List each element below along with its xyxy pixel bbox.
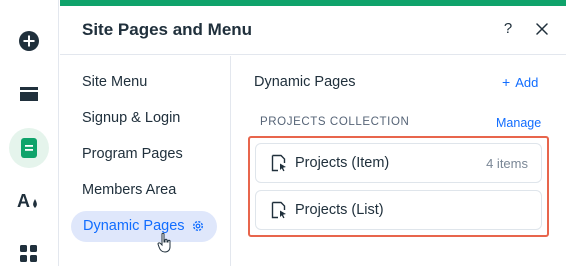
theme-icon[interactable]: A xyxy=(9,181,49,221)
add-label: Add xyxy=(515,75,539,90)
menu-item-signup-login[interactable]: Signup & Login xyxy=(82,110,180,126)
dynamic-pages-content: Dynamic Pages + Add PROJECTS COLLECTION M… xyxy=(232,56,566,266)
dynamic-page-icon xyxy=(271,201,287,224)
help-button[interactable]: ? xyxy=(498,19,518,39)
menu-item-members-area[interactable]: Members Area xyxy=(82,182,176,198)
close-icon xyxy=(536,23,548,35)
gear-icon[interactable] xyxy=(191,219,205,237)
dynamic-page-icon xyxy=(271,154,287,177)
add-icon[interactable] xyxy=(9,21,49,61)
panel-header: Site Pages and Menu ? xyxy=(60,6,566,55)
hand-cursor-icon xyxy=(157,232,173,259)
item-count: 4 items xyxy=(486,156,528,171)
close-button[interactable] xyxy=(532,19,552,39)
pages-icon[interactable] xyxy=(9,128,49,168)
manage-collection-link[interactable]: Manage xyxy=(496,116,541,130)
panel-title: Site Pages and Menu xyxy=(82,20,253,39)
page-card-projects-item[interactable]: Projects (Item) 4 items xyxy=(255,143,542,183)
page-card-projects-list[interactable]: Projects (List) xyxy=(255,190,542,230)
menu-item-program-pages[interactable]: Program Pages xyxy=(82,146,183,162)
add-page-button[interactable]: + Add xyxy=(502,74,538,90)
pages-menu: Site Menu Signup & Login Program Pages M… xyxy=(60,56,231,266)
collection-label: PROJECTS COLLECTION xyxy=(260,116,410,128)
page-label: Projects (List) xyxy=(295,202,384,218)
sections-icon[interactable] xyxy=(9,75,49,115)
menu-item-dynamic-pages[interactable]: Dynamic Pages xyxy=(71,211,217,242)
left-rail: A xyxy=(0,0,59,266)
menu-item-site-menu[interactable]: Site Menu xyxy=(82,74,147,90)
svg-text:A: A xyxy=(17,191,30,211)
site-pages-panel: Site Pages and Menu ? Site Menu Signup &… xyxy=(60,0,566,266)
page-label: Projects (Item) xyxy=(295,155,390,171)
apps-icon[interactable] xyxy=(9,234,49,266)
section-title: Dynamic Pages xyxy=(254,74,356,90)
plus-icon: + xyxy=(502,74,511,90)
